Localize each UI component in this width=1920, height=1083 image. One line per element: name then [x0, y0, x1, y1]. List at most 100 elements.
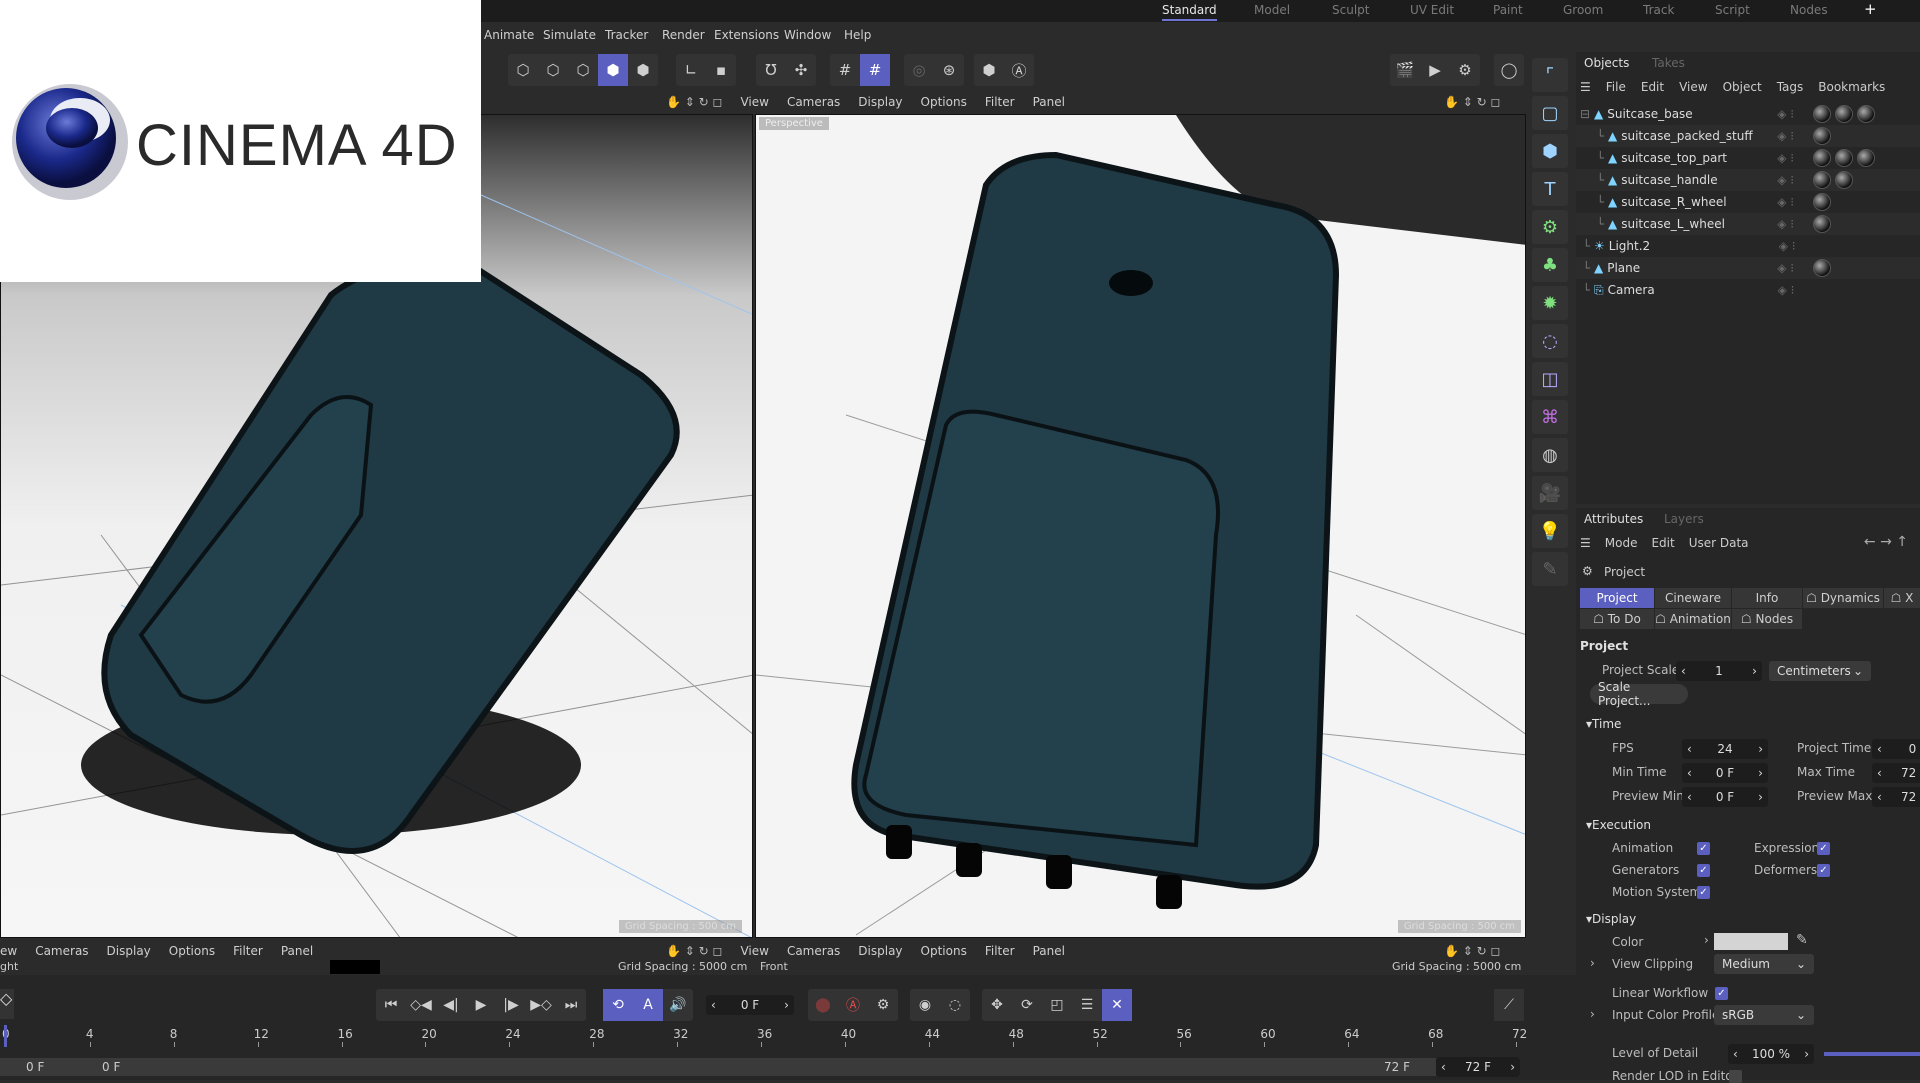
object-row[interactable]: └ ⎘ Camera ◈ ⁝: [1576, 279, 1920, 301]
render-picture-viewer-icon[interactable]: ▶: [1420, 54, 1450, 86]
loop-icon[interactable]: ⟲: [603, 989, 633, 1021]
navigation-icons[interactable]: ✋ ⇕ ↻ ◻: [666, 95, 722, 109]
object-row[interactable]: └ ☀ Light.2 ◈ ⁝: [1576, 235, 1920, 257]
go-to-end-icon[interactable]: ⏭: [556, 989, 586, 1021]
navigation-icons[interactable]: ✋ ⇕ ↻ ◻: [1444, 95, 1500, 109]
viewport-menu-panel[interactable]: Panel: [281, 944, 313, 958]
menu-simulate[interactable]: Simulate: [543, 28, 596, 42]
axis-icon[interactable]: ∟: [676, 54, 706, 86]
layer-visibility-icon[interactable]: ◈ ⁝: [1777, 217, 1809, 231]
viewport-menu-display[interactable]: Display: [858, 95, 902, 109]
menu-window[interactable]: Window: [784, 28, 831, 42]
key-scale-icon[interactable]: ◰: [1042, 989, 1072, 1021]
viewport-menu-filter[interactable]: Filter: [985, 944, 1015, 958]
generators-checkbox[interactable]: ✓: [1697, 864, 1710, 877]
layout-tab-sculpt[interactable]: Sculpt: [1332, 3, 1369, 17]
level-of-detail-field[interactable]: ‹ 100 % ›: [1728, 1044, 1814, 1064]
object-row[interactable]: ⊟ ▲ Suitcase_base ◈ ⁝: [1576, 103, 1920, 125]
tab-attributes[interactable]: Attributes: [1584, 512, 1643, 526]
object-row[interactable]: └ ▲ suitcase_handle ◈ ⁝: [1576, 169, 1920, 191]
layout-tab-track[interactable]: Track: [1643, 3, 1674, 17]
layer-visibility-icon[interactable]: ◈ ⁝: [1777, 195, 1809, 209]
project-scale-field[interactable]: ‹ 1 ›: [1676, 661, 1762, 681]
level-of-detail-slider[interactable]: [1824, 1052, 1920, 1056]
render-settings-icon[interactable]: ⚙: [1450, 54, 1480, 86]
layer-visibility-icon[interactable]: ◈ ⁝: [1777, 173, 1809, 187]
workplane-icon[interactable]: ▪: [706, 54, 736, 86]
camera-icon[interactable]: 🎥: [1532, 476, 1568, 510]
key-parameter-icon[interactable]: ☰: [1072, 989, 1102, 1021]
viewport-menu-cameras[interactable]: Cameras: [35, 944, 88, 958]
objects-menu-tags[interactable]: Tags: [1777, 80, 1804, 94]
expression-checkbox[interactable]: ✓: [1817, 842, 1830, 855]
uv-mode-icon[interactable]: ⬢: [628, 54, 658, 86]
tab-objects[interactable]: Objects: [1584, 56, 1629, 70]
layout-tab-model[interactable]: Model: [1254, 3, 1290, 17]
next-key-icon[interactable]: ▶◇: [526, 989, 556, 1021]
viewport-menu-options[interactable]: Options: [921, 944, 967, 958]
menu-help[interactable]: Help: [844, 28, 871, 42]
layout-tab-groom[interactable]: Groom: [1563, 3, 1603, 17]
play-icon[interactable]: ▶: [466, 989, 496, 1021]
field-icon[interactable]: ◫: [1532, 362, 1568, 396]
material-tag-icon[interactable]: [1813, 127, 1832, 145]
subtab-dynamics[interactable]: ☖ Dynamics: [1803, 588, 1883, 608]
deformer-icon[interactable]: ◌: [1532, 324, 1568, 358]
fcurve-icon[interactable]: ⟋: [1494, 989, 1524, 1021]
spline-icon[interactable]: ⌘: [1532, 400, 1568, 434]
view-clipping-expand-icon[interactable]: ›: [1590, 956, 1595, 970]
viewport-render-icon[interactable]: ⬢: [974, 54, 1004, 86]
auto-icon[interactable]: Ⓐ: [1004, 54, 1034, 86]
attributes-menu-edit[interactable]: Edit: [1651, 536, 1674, 550]
viewport-menu-filter[interactable]: Filter: [233, 944, 263, 958]
viewport-menu-panel[interactable]: Panel: [1033, 95, 1065, 109]
render-lod-checkbox[interactable]: [1729, 1070, 1742, 1083]
material-tag-icon[interactable]: [1813, 171, 1832, 189]
subtab-cineware[interactable]: Cineware: [1655, 588, 1731, 608]
add-layout-button[interactable]: +: [1864, 0, 1877, 18]
menu-extensions[interactable]: Extensions: [714, 28, 779, 42]
section-execution[interactable]: ▾Execution: [1586, 818, 1651, 832]
viewport-menu-view[interactable]: View: [740, 95, 768, 109]
material-tag-icon[interactable]: [1835, 171, 1854, 189]
material-tag-icon[interactable]: [1813, 149, 1832, 167]
project-time-field[interactable]: ‹0 F: [1872, 739, 1920, 759]
solo-settings-icon[interactable]: ⊛: [934, 54, 964, 86]
magnet-icon[interactable]: Ʊ: [756, 54, 786, 86]
objects-menu-edit[interactable]: Edit: [1641, 80, 1664, 94]
sketch-icon[interactable]: ✎: [1532, 552, 1568, 586]
points-mode-icon[interactable]: ⬡: [538, 54, 568, 86]
viewport-menu-view[interactable]: View: [740, 944, 768, 958]
go-to-start-icon[interactable]: ⏮: [376, 989, 406, 1021]
linear-workflow-checkbox[interactable]: ✓: [1715, 987, 1728, 1000]
range-slider[interactable]: 0 F 0 F 72 F ‹ 72 F ›: [0, 1057, 1520, 1077]
motion-record-icon[interactable]: ◌: [940, 989, 970, 1021]
deformers-checkbox[interactable]: ✓: [1817, 864, 1830, 877]
objects-menu-view[interactable]: View: [1679, 80, 1707, 94]
navigation-icons[interactable]: ✋ ⇕ ↻ ◻: [666, 944, 722, 958]
layer-visibility-icon[interactable]: ◈ ⁝: [1777, 261, 1809, 275]
layer-visibility-icon[interactable]: ◈ ⁝: [1778, 283, 1810, 297]
subtab-info[interactable]: Info: [1732, 588, 1802, 608]
keyframe-settings-icon[interactable]: ⚙: [868, 989, 898, 1021]
effector-icon[interactable]: ✹: [1532, 286, 1568, 320]
view-clipping-dropdown[interactable]: Medium ⌄: [1714, 954, 1814, 974]
material-tag-icon[interactable]: [1813, 193, 1832, 211]
objects-menu-file[interactable]: File: [1606, 80, 1626, 94]
tab-layers[interactable]: Layers: [1664, 512, 1704, 526]
model-mode-icon[interactable]: ⬡: [508, 54, 538, 86]
fps-field[interactable]: ‹ 24 ›: [1682, 739, 1768, 759]
end-frame-field[interactable]: ‹ 72 F ›: [1436, 1057, 1520, 1077]
material-tag-icon[interactable]: [1813, 105, 1832, 123]
scale-project-button[interactable]: Scale Project...: [1590, 680, 1688, 708]
layout-tab-script[interactable]: Script: [1715, 3, 1750, 17]
generator-icon[interactable]: ⚙: [1532, 210, 1568, 244]
text-icon[interactable]: T: [1532, 172, 1568, 206]
viewport-menu-display[interactable]: Display: [107, 944, 151, 958]
back-arrow-icon[interactable]: ← → ↑: [1864, 534, 1908, 550]
range-start[interactable]: 0 F: [102, 1060, 120, 1074]
cloner-icon[interactable]: ♣: [1532, 248, 1568, 282]
cube-icon[interactable]: ⬢: [1532, 134, 1568, 168]
perspective-viewport[interactable]: Perspective Grid Spacing : 500 cm: [755, 114, 1526, 938]
solo-icon[interactable]: ◎: [904, 54, 934, 86]
